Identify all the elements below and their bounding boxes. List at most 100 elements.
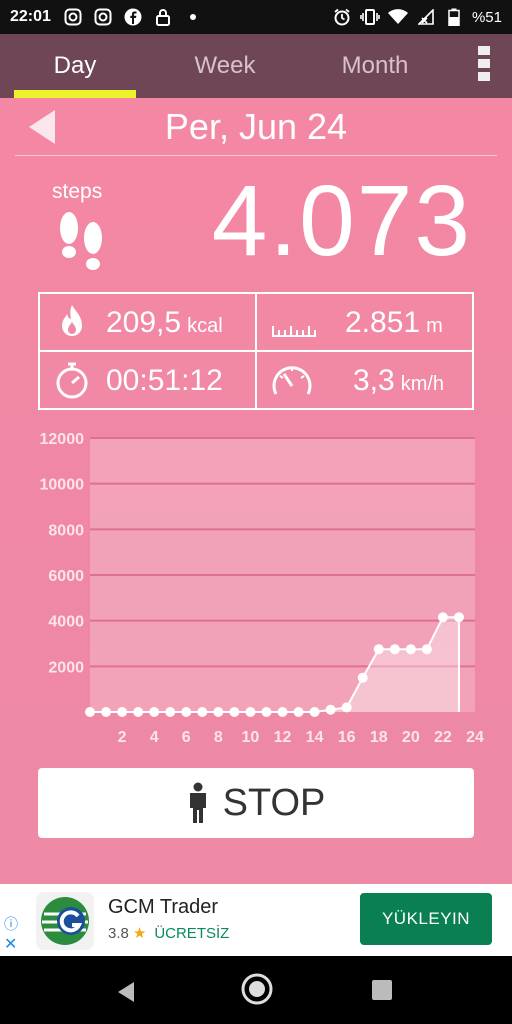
data-point: [421, 644, 432, 655]
x-tick-label: 22: [434, 729, 452, 746]
speedometer-icon: [272, 366, 312, 395]
x-tick-label: 2: [118, 729, 127, 746]
ad-close-icon[interactable]: ✕: [4, 934, 17, 954]
date-header: Per, Jun 24: [15, 98, 497, 156]
previous-day-icon[interactable]: [29, 110, 55, 144]
data-point: [277, 707, 288, 717]
calories-value: 209,5 kcal: [106, 306, 223, 339]
speed-value: 3,3 km/h: [353, 364, 445, 397]
stopwatch-icon: [56, 362, 88, 399]
wifi-icon: [387, 7, 408, 27]
data-point: [453, 612, 464, 623]
data-point: [229, 707, 240, 717]
distance-value: 2.851 m: [345, 306, 443, 339]
data-point: [85, 707, 95, 717]
data-point: [309, 707, 320, 717]
fire-icon: [62, 305, 82, 336]
step-count: 4.073: [211, 165, 472, 277]
navigation-bar: [0, 956, 512, 1024]
ruler-icon: [272, 326, 316, 337]
y-tick-label: 6000: [48, 568, 84, 585]
tab-day[interactable]: Day: [0, 34, 150, 98]
person-icon: [189, 782, 206, 823]
battery-icon: [444, 7, 464, 27]
stop-button-label: STOP: [222, 781, 326, 824]
tab-week[interactable]: Week: [150, 34, 300, 98]
instagram-icon: [93, 7, 113, 27]
data-point: [293, 707, 304, 717]
x-tick-label: 8: [214, 729, 223, 746]
status-bar: 22:01 %51: [0, 0, 512, 34]
facebook-icon: [123, 7, 143, 27]
alarm-icon: [332, 7, 352, 27]
x-tick-label: 18: [370, 729, 388, 746]
data-point: [101, 707, 112, 717]
distance-unit: m: [426, 315, 443, 337]
data-point: [133, 707, 144, 717]
data-point: [117, 707, 128, 717]
lock-icon: [153, 7, 173, 27]
tab-label: Day: [53, 52, 97, 79]
data-point: [357, 672, 368, 683]
data-point: [245, 707, 256, 717]
ad-rating-value: 3.8: [108, 925, 129, 942]
footprints-icon: [60, 212, 102, 270]
data-point: [197, 707, 208, 717]
ad-banner[interactable]: ⓘ ✕ GCM Trader 3.8 ★ ÜCRETSİZ YÜKLEYIN: [0, 884, 512, 956]
data-point: [149, 707, 160, 717]
y-tick-label: 12000: [40, 431, 85, 448]
x-tick-label: 16: [338, 729, 356, 746]
distance-cell: 2.851 m: [256, 293, 473, 351]
app-logo: [36, 892, 94, 950]
x-tick-label: 14: [306, 729, 324, 746]
calories-unit: kcal: [187, 315, 223, 337]
data-point: [373, 644, 384, 655]
data-point: [213, 707, 224, 717]
data-point: [405, 644, 416, 655]
speed-unit: km/h: [400, 373, 445, 395]
y-tick-label: 2000: [48, 659, 84, 676]
data-point: [261, 707, 272, 717]
vibrate-icon: [360, 7, 380, 27]
data-point: [389, 644, 400, 655]
x-tick-label: 12: [274, 729, 292, 746]
x-tick-label: 10: [242, 729, 260, 746]
data-point: [437, 612, 448, 623]
speed-cell: 3,3 km/h: [256, 351, 473, 409]
nav-recents-icon[interactable]: [372, 980, 392, 1000]
ad-info-icon[interactable]: ⓘ: [4, 914, 18, 934]
y-tick-label: 8000: [48, 522, 84, 539]
clock: 22:01: [10, 8, 51, 25]
x-tick-label: 4: [150, 729, 159, 746]
data-point: [325, 704, 336, 715]
data-point: [181, 707, 192, 717]
install-button[interactable]: YÜKLEYIN: [360, 893, 492, 945]
main-content: Per, Jun 24 steps 4.073 209,5 kcal 2.851 m: [0, 98, 512, 884]
tab-label: Week: [194, 52, 256, 79]
stats-grid: 209,5 kcal 2.851 m 00:51:12 3,3 km/h: [38, 292, 474, 410]
stop-button[interactable]: STOP: [38, 768, 474, 838]
tab-bar: Day Week Month: [0, 34, 512, 98]
calories-cell: 209,5 kcal: [39, 293, 256, 351]
data-point: [341, 702, 352, 713]
ad-app-title: GCM Trader: [108, 896, 219, 918]
current-date: Per, Jun 24: [164, 105, 348, 147]
instagram-icon: [63, 7, 83, 27]
tab-label: Month: [341, 52, 409, 79]
tab-month[interactable]: Month: [300, 34, 450, 98]
steps-label: steps: [52, 180, 103, 203]
active-tab-indicator: [14, 90, 136, 98]
ad-price: ÜCRETSİZ: [154, 925, 230, 942]
duration-value: 00:51:12: [106, 364, 223, 397]
x-tick-label: 6: [182, 729, 191, 746]
no-signal-icon: [416, 7, 436, 27]
nav-home-icon[interactable]: [240, 972, 274, 1006]
y-tick-label: 10000: [40, 477, 85, 494]
hourly-steps-chart: 2000 4000 6000 8000 10000 12000 2 4 6 8 10 12 14 16 18…: [40, 431, 485, 746]
y-tick-label: 4000: [48, 614, 84, 631]
x-tick-label: 20: [402, 729, 420, 746]
dot-icon: [183, 7, 203, 27]
nav-back-icon[interactable]: [114, 980, 138, 1004]
ad-rating-row: 3.8 ★ ÜCRETSİZ: [108, 924, 229, 942]
overflow-menu-icon[interactable]: [476, 44, 492, 84]
